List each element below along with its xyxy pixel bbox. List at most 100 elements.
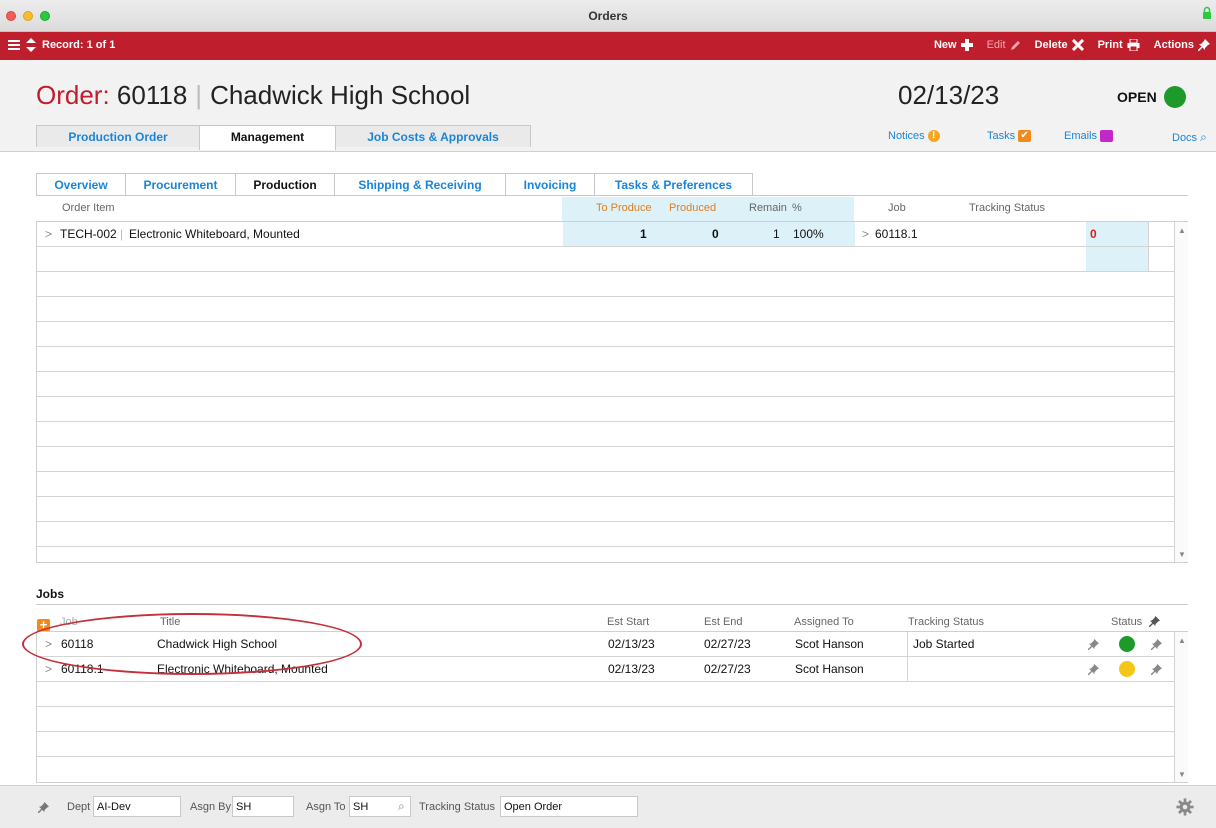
table-row xyxy=(37,422,1174,447)
scroll-up-icon[interactable]: ▲ xyxy=(1178,636,1186,645)
col-assigned-to: Assigned To xyxy=(794,616,854,628)
tab-procurement[interactable]: Procurement xyxy=(125,173,236,196)
jobs-section-title: Jobs xyxy=(36,587,65,601)
print-button[interactable]: Print xyxy=(1098,39,1140,51)
job-assigned-to: Scot Hanson xyxy=(795,662,864,676)
notices-label: Notices xyxy=(888,130,925,142)
pin-icon[interactable] xyxy=(1151,639,1162,650)
envelope-icon xyxy=(1100,130,1114,142)
window-title: Orders xyxy=(588,9,628,23)
table-row xyxy=(37,247,1174,272)
job-value: 60118.1 xyxy=(875,227,918,241)
job-est-start: 02/13/23 xyxy=(608,637,655,651)
col-order-item: Order Item xyxy=(62,202,115,214)
col-job: Job xyxy=(888,202,906,214)
paperclip-icon: ⌕ xyxy=(1200,130,1207,144)
produced-value: 0 xyxy=(712,227,719,241)
menu-icon[interactable] xyxy=(8,39,20,51)
highlight-annotation-circle xyxy=(22,613,362,675)
search-icon[interactable]: ⌕ xyxy=(398,799,405,814)
tab-invoicing[interactable]: Invoicing xyxy=(505,173,595,196)
window-titlebar: Orders xyxy=(0,0,1216,32)
status-yellow-dot-icon[interactable] xyxy=(1119,661,1135,677)
pin-icon[interactable] xyxy=(1151,664,1162,675)
expand-chevron-icon[interactable]: > xyxy=(45,227,52,241)
job-est-end: 02/27/23 xyxy=(704,662,751,676)
scroll-down-icon[interactable]: ▼ xyxy=(1178,770,1186,779)
order-number: 60118 xyxy=(116,80,188,110)
subtabs-divider xyxy=(36,195,1188,196)
col-status: Status xyxy=(1111,616,1143,628)
percent-value: 100% xyxy=(793,227,824,241)
job-chevron-icon[interactable]: > xyxy=(862,227,869,241)
pin-icon[interactable] xyxy=(1088,664,1099,675)
plus-icon xyxy=(960,39,973,51)
record-counter: Record: 1 of 1 xyxy=(42,39,116,51)
table-row xyxy=(37,272,1174,297)
tracking-status-field[interactable]: Open Order xyxy=(500,796,638,817)
record-stepper-icon[interactable] xyxy=(26,38,36,52)
table-row xyxy=(37,297,1174,322)
col-tracking-status: Tracking Status xyxy=(969,202,1046,214)
production-scrollbar[interactable]: ▲ ▼ xyxy=(1174,222,1188,562)
tab-shipping-receiving[interactable]: Shipping & Receiving xyxy=(334,173,506,196)
table-row xyxy=(37,372,1174,397)
delete-button[interactable]: Delete xyxy=(1035,39,1084,51)
actions-button[interactable]: Actions xyxy=(1154,39,1210,51)
table-row xyxy=(37,447,1174,472)
production-grid: > TECH-002 | Electronic Whiteboard, Moun… xyxy=(36,221,1188,563)
job-tracking-status: Job Started xyxy=(913,637,975,651)
job-est-end: 02/27/23 xyxy=(704,637,751,651)
tasks-link[interactable]: Tasks ✔ xyxy=(987,130,1041,142)
tab-management[interactable]: Management xyxy=(199,125,336,150)
col-produced: Produced xyxy=(669,202,717,214)
gear-icon[interactable] xyxy=(1176,798,1194,816)
asgn-by-field[interactable]: SH xyxy=(232,796,294,817)
pin-icon[interactable] xyxy=(1149,616,1160,627)
new-button[interactable]: New xyxy=(934,39,973,51)
expand-chevron-icon[interactable]: > xyxy=(45,662,52,676)
tab-production-order[interactable]: Production Order xyxy=(36,125,200,147)
scroll-up-icon[interactable]: ▲ xyxy=(1178,226,1186,235)
tab-job-costs-approvals[interactable]: Job Costs & Approvals xyxy=(335,125,531,147)
order-status[interactable]: OPEN xyxy=(1117,86,1186,108)
dept-field[interactable]: AI-Dev xyxy=(93,796,181,817)
col-remain: Remain xyxy=(749,202,787,214)
notices-link[interactable]: Notices ! xyxy=(888,130,958,142)
order-title: Order: 60118 | Chadwick High School xyxy=(36,80,471,110)
main-content: Overview Procurement Production Shipping… xyxy=(0,153,1216,785)
docs-link[interactable]: Docs ⌕ xyxy=(1172,130,1214,145)
col-divider xyxy=(1148,222,1149,272)
tracking-status-label: Tracking Status xyxy=(419,801,496,813)
table-row[interactable]: > TECH-002 | Electronic Whiteboard, Moun… xyxy=(37,222,1174,247)
order-status-label: OPEN xyxy=(1117,89,1157,105)
jobs-divider xyxy=(36,604,1188,605)
item-separator: | xyxy=(120,227,124,241)
col-est-end: Est End xyxy=(704,616,743,628)
dept-label: Dept xyxy=(67,801,91,813)
asgn-to-label: Asgn To xyxy=(306,801,346,813)
emails-link[interactable]: Emails xyxy=(1064,130,1120,142)
printer-icon xyxy=(1127,39,1140,51)
new-label: New xyxy=(933,39,957,51)
pin-icon[interactable] xyxy=(1088,639,1099,650)
status-green-dot-icon[interactable] xyxy=(1119,636,1135,652)
warning-icon: ! xyxy=(927,130,940,142)
tab-production[interactable]: Production xyxy=(235,173,335,196)
jobs-scrollbar[interactable]: ▲ ▼ xyxy=(1174,632,1188,782)
tab-overview[interactable]: Overview xyxy=(36,173,126,196)
tab-tasks-preferences[interactable]: Tasks & Preferences xyxy=(594,173,753,196)
order-header: Order: 60118 | Chadwick High School 02/13/… xyxy=(0,60,1216,152)
docs-label: Docs xyxy=(1172,131,1198,144)
flag-value: 0 xyxy=(1090,227,1097,241)
to-produce-value: 1 xyxy=(640,227,647,241)
scroll-down-icon[interactable]: ▼ xyxy=(1178,550,1186,559)
asgn-by-label: Asgn By xyxy=(190,801,231,813)
edit-button[interactable]: Edit xyxy=(987,39,1021,51)
sub-tabs: Overview Procurement Production Shipping… xyxy=(36,173,753,196)
table-row xyxy=(37,397,1174,422)
pin-icon[interactable] xyxy=(38,802,49,813)
status-bar: Dept AI-Dev Asgn By SH Asgn To SH ⌕ Trac… xyxy=(0,785,1216,828)
table-row xyxy=(37,497,1174,522)
order-label: Order: xyxy=(36,80,110,110)
